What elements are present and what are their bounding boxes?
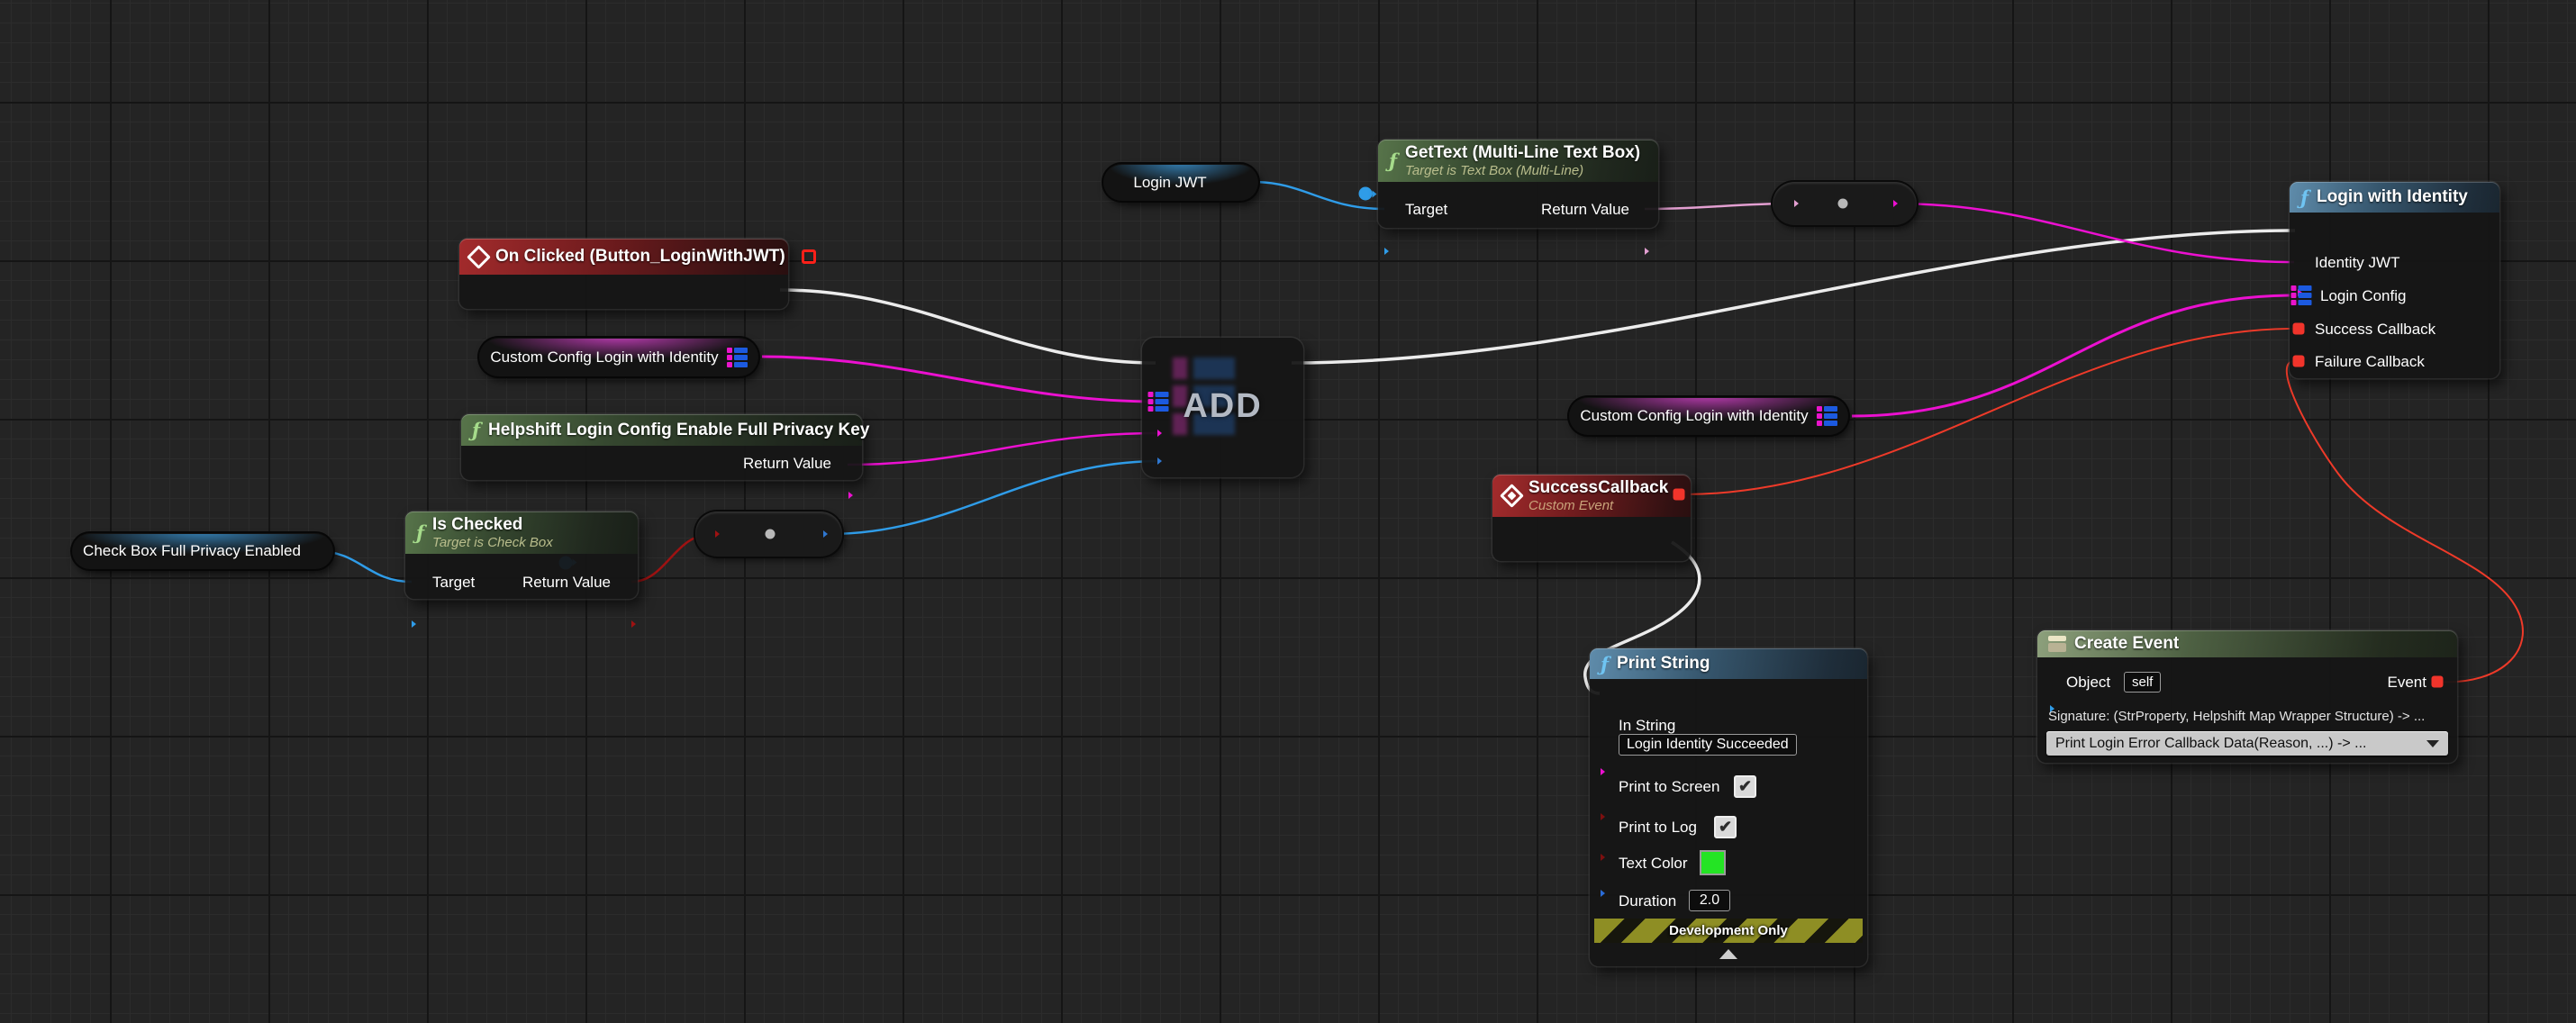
return-pin-label: Return Value <box>1541 201 1629 219</box>
node-on-clicked[interactable]: On Clicked (Button_LoginWithJWT) <box>459 239 788 309</box>
node-header[interactable]: ƒ Login with Identity <box>2290 182 2499 213</box>
node-title: Create Event <box>2074 634 2179 654</box>
delegate-output-pin[interactable] <box>1673 489 1685 501</box>
print-to-screen-checkbox[interactable]: ✔ <box>1734 775 1756 798</box>
success-callback-input-pin[interactable] <box>2293 323 2305 335</box>
custom-event-icon <box>1500 484 1524 508</box>
return-pin-label: Return Value <box>522 574 611 592</box>
node-map-add[interactable]: ADD <box>1142 338 1303 477</box>
login-config-input-pin[interactable] <box>2291 285 2312 305</box>
wire-map-pill-to-add <box>762 357 1156 402</box>
object-self-field[interactable]: self <box>2124 672 2161 693</box>
node-subtitle: Target is Text Box (Multi-Line) <box>1405 163 1640 178</box>
node-subtitle: Target is Check Box <box>432 535 553 550</box>
wire-string-helpshift-to-add <box>848 433 1156 465</box>
variable-label: Custom Config Login with Identity <box>490 349 718 367</box>
node-header[interactable]: ƒ Helpshift Login Config Enable Full Pri… <box>461 414 862 446</box>
in-string-pin-label: In String <box>1619 717 1675 735</box>
node-login-jwt-variable[interactable]: Login JWT <box>1103 164 1258 201</box>
node-header[interactable]: On Clicked (Button_LoginWithJWT) <box>459 239 788 275</box>
function-icon: ƒ <box>416 523 424 542</box>
node-title: SuccessCallback <box>1528 478 1668 498</box>
variable-label: Custom Config Login with Identity <box>1580 407 1808 425</box>
function-icon: ƒ <box>1601 655 1609 674</box>
function-icon: ƒ <box>2300 188 2308 207</box>
conversion-node-text-to-string[interactable] <box>1773 182 1917 225</box>
in-string-field[interactable]: Login Identity Succeeded <box>1619 734 1797 756</box>
node-gettext[interactable]: ƒ GetText (Multi-Line Text Box) Target i… <box>1378 140 1658 228</box>
print-to-log-checkbox[interactable]: ✔ <box>1714 816 1737 838</box>
reroute-dot <box>766 530 776 539</box>
object-output-pin[interactable] <box>1358 187 1372 201</box>
node-header[interactable]: ƒ Print String <box>1590 648 1867 679</box>
wire-map-pill-to-loginconfig <box>1852 295 2294 416</box>
variable-label: Login JWT <box>1133 174 1206 192</box>
node-header[interactable]: SuccessCallback Custom Event <box>1492 475 1691 517</box>
duration-label: Duration <box>1619 892 1676 910</box>
target-pin-label: Target <box>1405 201 1447 219</box>
object-pin-label: Object <box>2066 674 2110 692</box>
create-event-icon <box>2048 636 2066 652</box>
map-input-pin[interactable] <box>1148 392 1169 412</box>
dropdown-caret-icon <box>2426 740 2439 747</box>
event-pin-label: Event <box>2388 674 2426 692</box>
delegate-output-pin[interactable] <box>802 249 816 264</box>
wire-exec-onclicked-to-add <box>780 290 1156 363</box>
node-is-checked[interactable]: ƒ Is Checked Target is Check Box Target … <box>405 512 638 599</box>
wire-blue-reroute-to-add <box>830 461 1156 534</box>
node-custom-config-variable-bottom[interactable]: Custom Config Login with Identity <box>1569 397 1848 435</box>
reroute-dot <box>1838 199 1848 209</box>
signature-text: Signature: (StrProperty, Helpshift Map W… <box>2048 709 2425 724</box>
map-output-pin[interactable] <box>1817 406 1837 426</box>
identity-jwt-pin-label: Identity JWT <box>2315 254 2399 272</box>
event-output-pin[interactable] <box>2432 676 2444 688</box>
print-to-screen-label: Print to Screen <box>1619 778 1719 796</box>
node-create-event[interactable]: Create Event Object self Event Signature… <box>2037 630 2457 763</box>
map-output-pin[interactable] <box>727 348 748 367</box>
node-header[interactable]: ƒ GetText (Multi-Line Text Box) Target i… <box>1378 140 1658 182</box>
node-login-with-identity[interactable]: ƒ Login with Identity Identity JWT Login… <box>2290 182 2499 378</box>
variable-label: Check Box Full Privacy Enabled <box>83 542 301 560</box>
node-checkbox-variable[interactable]: Check Box Full Privacy Enabled <box>72 533 333 569</box>
node-subtitle: Custom Event <box>1528 498 1668 513</box>
wire-exec-add-to-login <box>1292 231 2295 363</box>
node-helpshift-login-config[interactable]: ƒ Helpshift Login Config Enable Full Pri… <box>461 414 862 480</box>
failure-callback-input-pin[interactable] <box>2293 356 2305 367</box>
target-pin-label: Target <box>432 574 475 592</box>
delegate-dropdown[interactable]: Print Login Error Callback Data(Reason, … <box>2046 731 2448 756</box>
node-header[interactable]: ƒ Is Checked Target is Check Box <box>405 512 638 554</box>
function-icon: ƒ <box>472 421 480 439</box>
event-icon <box>467 245 491 269</box>
node-title: Helpshift Login Config Enable Full Priva… <box>488 421 869 440</box>
node-title: Is Checked <box>432 515 553 535</box>
success-callback-pin-label: Success Callback <box>2315 321 2435 339</box>
conversion-node-bool[interactable] <box>695 512 842 557</box>
text-color-label: Text Color <box>1619 855 1688 873</box>
failure-callback-pin-label: Failure Callback <box>2315 353 2425 371</box>
wire-text-gettext-to-reroute <box>1645 204 1793 209</box>
text-color-swatch[interactable] <box>1700 850 1726 875</box>
collapse-arrow[interactable] <box>1719 949 1737 959</box>
node-header[interactable]: Create Event <box>2037 630 2457 657</box>
node-title: Login with Identity <box>2317 187 2468 207</box>
blueprint-graph-canvas[interactable]: Login JWT ƒ GetText (Multi-Line Text Box… <box>0 0 2576 1023</box>
wires-layer <box>0 0 2576 1023</box>
development-only-banner: Development Only <box>1594 919 1863 943</box>
duration-field[interactable]: 2.0 <box>1689 890 1730 911</box>
node-title: On Clicked (Button_LoginWithJWT) <box>495 247 785 267</box>
print-to-log-label: Print to Log <box>1619 819 1697 837</box>
return-pin-label: Return Value <box>743 455 831 473</box>
wire-string-reroute-to-identityjwt <box>1894 204 2294 262</box>
node-success-callback[interactable]: SuccessCallback Custom Event <box>1492 475 1691 561</box>
function-icon: ƒ <box>1389 151 1397 170</box>
node-print-string[interactable]: ƒ Print String In String Login Identity … <box>1590 648 1867 966</box>
node-title: GetText (Multi-Line Text Box) <box>1405 143 1640 163</box>
node-custom-config-variable-top[interactable]: Custom Config Login with Identity <box>479 338 758 376</box>
node-title: Print String <box>1617 654 1710 674</box>
login-config-pin-label: Login Config <box>2320 287 2406 305</box>
